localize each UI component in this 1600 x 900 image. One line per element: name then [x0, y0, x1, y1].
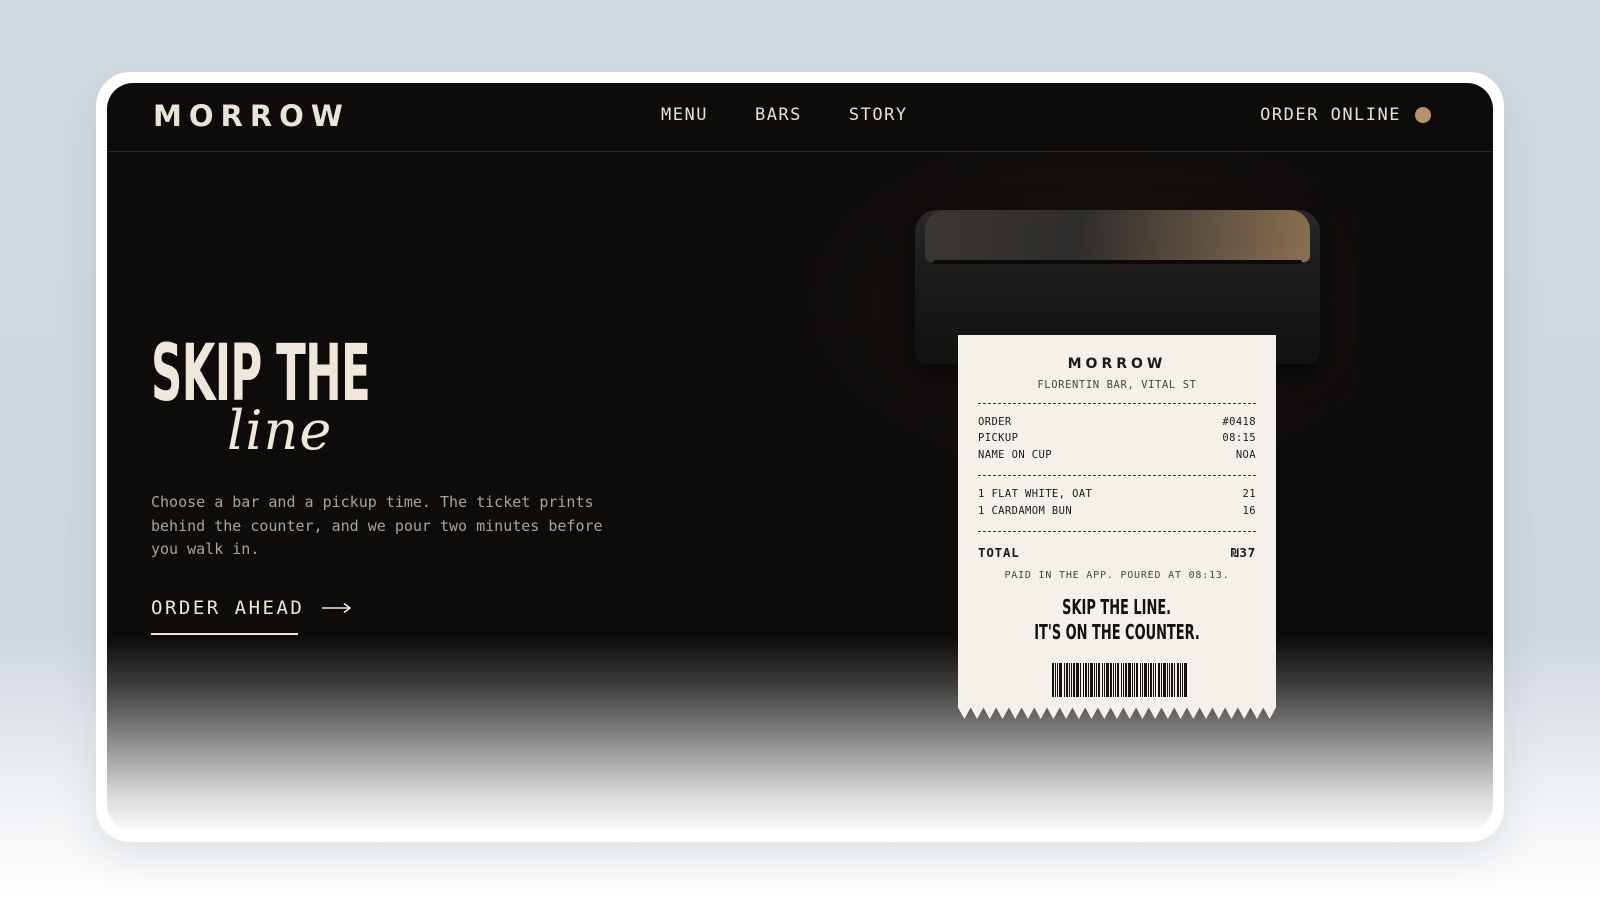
barcode-bar	[1106, 663, 1109, 697]
barcode-bar	[1128, 663, 1131, 697]
barcode-bar	[1052, 663, 1054, 697]
barcode-bar	[1125, 663, 1127, 697]
printer-seam	[933, 260, 1302, 264]
hero-headline-script: line	[227, 399, 333, 462]
barcode-bar	[1094, 663, 1095, 697]
barcode-bar	[1123, 663, 1124, 697]
order-ahead-underline	[151, 633, 298, 635]
barcode-bar	[1064, 663, 1065, 697]
barcode-bar	[1142, 663, 1143, 697]
hero-description: Choose a bar and a pickup time. The tick…	[151, 493, 603, 558]
barcode-bar	[1136, 663, 1138, 697]
barcode-bar	[1057, 663, 1058, 697]
barcode-bar	[1073, 663, 1075, 697]
barcode-image	[1052, 663, 1188, 697]
receipt-slogan: SKIP THE LINE. IT'S ON THE COUNTER.	[958, 595, 1276, 645]
barcode-bar	[1177, 663, 1179, 697]
barcode-bar	[1140, 663, 1141, 697]
barcode-bar	[1132, 663, 1133, 697]
nav-links: MENU BARS STORY	[661, 105, 908, 125]
receipt-item-label: 1 CARDAMOM BUN	[978, 505, 1073, 517]
receipt-location: FLORENTIN BAR, VITAL ST	[1037, 379, 1197, 391]
receipt-slogan-line1: SKIP THE LINE.	[1062, 595, 1172, 619]
order-online-link[interactable]: ORDER ONLINE	[1260, 105, 1431, 125]
site-logo[interactable]: MORROW	[153, 99, 350, 133]
barcode-bar	[1088, 663, 1089, 697]
barcode-bar	[1069, 663, 1070, 697]
barcode-bar	[1066, 663, 1068, 697]
receipt-row: PICKUP 08:15	[978, 432, 1256, 444]
barcode-bar	[1174, 663, 1175, 697]
barcode-bar	[1163, 663, 1166, 697]
receipt-name-label: NAME ON CUP	[978, 449, 1052, 461]
barcode-bar	[1083, 663, 1084, 697]
barcode-bar	[1098, 663, 1100, 697]
barcode-bar	[1171, 663, 1173, 697]
receipt-row: NAME ON CUP NOA	[978, 449, 1256, 461]
barcode-bar	[1184, 663, 1187, 697]
receipt-brand: MORROW	[1067, 356, 1167, 372]
barcode-bar	[1144, 663, 1147, 697]
order-online-label: ORDER ONLINE	[1260, 105, 1401, 125]
barcode-bar	[1169, 663, 1170, 697]
barcode-bar	[1096, 663, 1097, 697]
barcode-bar	[1180, 663, 1181, 697]
order-ahead-button[interactable]: ORDER AHEAD	[151, 597, 352, 619]
nav-link-bars[interactable]: BARS	[755, 105, 802, 125]
receipt-item-row: 1 FLAT WHITE, OAT 21	[978, 488, 1256, 500]
receipt-order-value: #0418	[1222, 416, 1256, 428]
receipt-item-row: 1 CARDAMOM BUN 16	[978, 505, 1256, 517]
barcode-bar	[1113, 663, 1114, 697]
barcode-bar	[1071, 663, 1072, 697]
page-screen: MORROW MENU BARS STORY ORDER ONLINE SKIP…	[107, 83, 1493, 831]
nav-link-menu[interactable]: MENU	[661, 105, 708, 125]
receipt-divider	[978, 531, 1256, 532]
barcode-bar	[1080, 663, 1081, 697]
barcode-bar	[1148, 663, 1149, 697]
barcode-bar	[1134, 663, 1135, 697]
receipt-pickup-label: PICKUP	[978, 432, 1019, 444]
receipt-row: ORDER #0418	[978, 416, 1256, 428]
barcode-bar	[1076, 663, 1079, 697]
barcode-bar	[1104, 663, 1105, 697]
barcode-bar	[1161, 663, 1162, 697]
receipt-item-label: 1 FLAT WHITE, OAT	[978, 488, 1093, 500]
barcode-bar	[1055, 663, 1056, 697]
receipt-total-row: TOTAL ₪37	[978, 545, 1256, 560]
printer-lid	[925, 210, 1310, 262]
receipt-total-value: ₪37	[1231, 545, 1256, 560]
receipt-item-price: 16	[1242, 505, 1256, 517]
order-receipt: MORROW FLORENTIN BAR, VITAL ST ORDER #04…	[958, 335, 1276, 719]
barcode-bar	[1085, 663, 1087, 697]
barcode-bar	[1153, 663, 1154, 697]
barcode-bar	[1167, 663, 1168, 697]
receipt-divider	[978, 475, 1256, 476]
barcode-bar	[1158, 663, 1160, 697]
barcode-bar	[1117, 663, 1119, 697]
status-dot-icon	[1415, 107, 1431, 123]
receipt-order-label: ORDER	[978, 416, 1012, 428]
barcode-bar	[1182, 663, 1183, 697]
order-ahead-label: ORDER AHEAD	[151, 597, 305, 619]
barcode-bar	[1059, 663, 1062, 697]
receipt-total-label: TOTAL	[978, 545, 1020, 560]
barcode-bar	[1115, 663, 1116, 697]
receipt-note: PAID IN THE APP. POURED AT 08:13.	[1004, 570, 1230, 581]
receipt-pickup-value: 08:15	[1222, 432, 1256, 444]
receipt-slogan-line2: IT'S ON THE COUNTER.	[1034, 620, 1200, 644]
top-nav: MORROW MENU BARS STORY ORDER ONLINE	[107, 83, 1493, 152]
receipt-divider	[978, 403, 1256, 404]
barcode-bar	[1090, 663, 1093, 697]
receipt-name-value: NOA	[1235, 449, 1256, 461]
barcode-bar	[1155, 663, 1156, 697]
receipt-item-price: 21	[1242, 488, 1256, 500]
barcode-bar	[1121, 663, 1122, 697]
barcode-bar	[1102, 663, 1103, 697]
arrow-right-icon	[322, 599, 352, 618]
nav-link-story[interactable]: STORY	[849, 105, 908, 125]
barcode-bar	[1150, 663, 1152, 697]
barcode-bar	[1110, 663, 1112, 697]
